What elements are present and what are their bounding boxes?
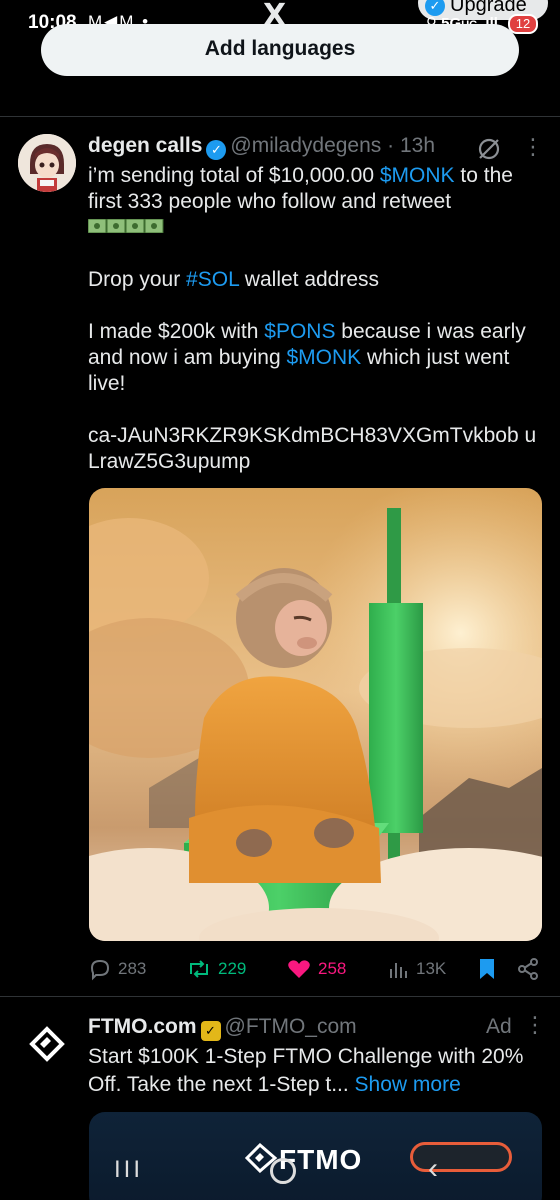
- ftmo-logo-icon: [18, 1015, 76, 1073]
- show-more-link[interactable]: Show more: [355, 1073, 461, 1096]
- ad-author-handle[interactable]: @FTMO_com: [225, 1015, 357, 1038]
- ad-author-name[interactable]: FTMO.com: [88, 1015, 197, 1038]
- ad-label: Ad: [486, 1015, 512, 1038]
- tweet-time[interactable]: 13h: [400, 134, 435, 157]
- divider: [0, 996, 560, 997]
- recent-apps-icon[interactable]: III: [114, 1156, 143, 1184]
- contract-address: ca-JAuN3RKZR9KSKdmBCH83VXGmTvkbob uLrawZ…: [88, 424, 537, 473]
- repost-icon: [190, 960, 208, 978]
- ftmo-wordmark: FTMO: [244, 1142, 362, 1176]
- author-handle[interactable]: @miladydegens: [230, 134, 381, 157]
- tweet-paragraph-2: Drop your #SOL wallet address: [88, 267, 550, 293]
- monkey-candle-illustration: [89, 488, 542, 941]
- text-segment: I made $200k with: [88, 320, 265, 343]
- ad-text: Start $100K 1-Step FTMO Challenge with 2…: [88, 1043, 550, 1099]
- ad-header: FTMO.com ✓ @FTMO_com: [88, 1015, 357, 1041]
- divider: [0, 116, 560, 117]
- tweet-image[interactable]: [89, 488, 542, 941]
- views-icon: [390, 963, 407, 978]
- repost-count: 229: [218, 959, 247, 978]
- avatar-illustration: [18, 134, 76, 192]
- gold-verified-badge-icon: ✓: [200, 1021, 221, 1041]
- money-emoji-icon: [88, 219, 164, 233]
- tweet-text: i’m sending total of $10,000.00 $MONK to…: [88, 163, 550, 501]
- tweet-paragraph-3: I made $200k with $PONS because i was ea…: [88, 319, 550, 397]
- text-segment: Drop your: [88, 268, 187, 291]
- text-segment: i’m sending total of $10,000.00: [88, 164, 380, 187]
- repost-button[interactable]: 229: [186, 957, 246, 981]
- avatar[interactable]: [18, 134, 76, 192]
- ftmo-avatar[interactable]: [18, 1015, 76, 1073]
- like-count: 258: [318, 959, 347, 978]
- home-button-icon[interactable]: [270, 1158, 296, 1184]
- tweet-paragraph-1: i’m sending total of $10,000.00 $MONK to…: [88, 163, 550, 241]
- hashtag-link[interactable]: #SOL: [186, 268, 239, 291]
- tweet-actions: 283 229 258 13K: [88, 957, 548, 985]
- text-segment: wallet address: [238, 268, 380, 291]
- back-icon[interactable]: ‹: [428, 1152, 438, 1186]
- share-button[interactable]: [516, 957, 540, 981]
- reply-button[interactable]: 283: [88, 957, 146, 981]
- add-languages-button[interactable]: Add languages: [41, 24, 519, 76]
- ad-more-options-icon[interactable]: ⋮: [524, 1012, 546, 1038]
- more-options-icon[interactable]: ⋮: [522, 134, 544, 160]
- reply-count: 283: [118, 959, 147, 978]
- cashtag-link[interactable]: $MONK: [286, 346, 361, 369]
- like-button[interactable]: 258: [286, 957, 346, 981]
- views-button[interactable]: 13K: [386, 957, 446, 981]
- tweet-header: degen calls ✓ @miladydegens · 13h: [88, 134, 435, 160]
- cashtag-link[interactable]: $MONK: [380, 164, 455, 187]
- bookmark-icon: [480, 959, 494, 979]
- verified-badge-icon: ✓: [206, 140, 227, 160]
- bookmark-button[interactable]: [476, 957, 498, 981]
- heart-icon: [288, 960, 310, 978]
- share-icon: [518, 958, 538, 980]
- battery-indicator: 12: [508, 14, 538, 34]
- views-count: 13K: [416, 959, 447, 978]
- separator: ·: [387, 134, 395, 157]
- cashtag-link[interactable]: $PONS: [264, 320, 335, 343]
- author-name[interactable]: degen calls: [88, 134, 202, 157]
- floating-pill[interactable]: [410, 1142, 512, 1172]
- reply-icon: [90, 959, 110, 981]
